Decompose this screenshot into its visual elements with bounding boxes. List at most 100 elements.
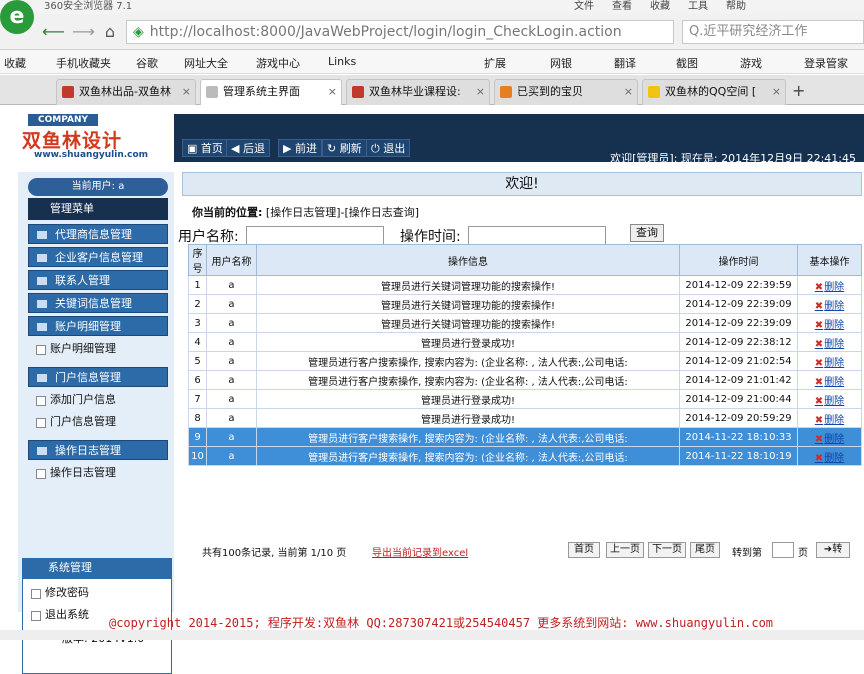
tab-shuangyulin[interactable]: 双鱼林出品-双鱼林 × [56,79,196,105]
fav-item[interactable]: 游戏 [740,55,762,71]
username-input[interactable] [246,226,384,246]
fav-item[interactable]: 手机收藏夹 [56,55,111,71]
sidebar-item[interactable]: 门户信息管理 [32,412,168,432]
delete-link[interactable]: 删除 [815,377,844,388]
close-icon[interactable]: × [624,80,633,104]
secure-shield-icon: ◈ [133,24,144,40]
delete-link[interactable]: 删除 [815,396,844,407]
table-cell: 2014-12-09 22:39:59 [679,275,798,295]
table-row[interactable]: 9 a 管理员进行客户搜索操作, 搜索内容为: (企业名称: , 法人代表:,公司电… [188,427,862,447]
export-excel-link[interactable]: 导出当前记录到excel [372,544,468,559]
app-header: COMPANY 双鱼林设计 www.shuangyulin.com ▣ 首页 ◀… [18,114,864,165]
table-cell: 4 [188,332,207,352]
next-page-button[interactable]: 下一页 [648,542,686,558]
refresh-button[interactable]: ↻ 刷新 [322,139,367,157]
tab-label: 双鱼林毕业课程设: [369,85,461,98]
prev-page-button[interactable]: 上一页 [606,542,644,558]
logout-button-label: 退出 [383,142,406,155]
fav-item[interactable]: 游戏中心 [256,55,300,71]
sidebar-section-head[interactable]: 门户信息管理 [28,367,168,387]
sidebar-section-head[interactable]: 账户明细管理 [28,316,168,336]
close-icon[interactable]: × [476,80,485,104]
address-bar[interactable]: ◈ http://localhost:8000/JavaWebProject/lo… [126,20,674,44]
tab-purchased[interactable]: 已买到的宝贝 × [494,79,638,105]
back-button[interactable]: ◀ 后退 [226,139,270,157]
go-button[interactable]: ➜转 [816,542,850,558]
close-icon[interactable]: × [182,80,191,104]
home-icon[interactable]: ⌂ [100,22,120,42]
table-cell: 6 [188,370,207,390]
sidebar-section-head[interactable]: 代理商信息管理 [28,224,168,244]
delete-link[interactable]: 删除 [815,301,844,312]
table-row[interactable]: 10 a 管理员进行客户搜索操作, 搜索内容为: (企业名称: , 法人代表:,公司… [188,446,862,466]
go-button-label: 转 [832,544,843,555]
system-menu-head[interactable]: 系统管理 [22,558,172,578]
table-row[interactable]: 2a管理员进行关键词管理功能的搜索操作!2014-12-09 22:39:09 删… [188,294,862,314]
fav-item[interactable]: 网址大全 [184,55,228,71]
sidebar-item[interactable]: 操作日志管理 [32,463,168,483]
time-input[interactable] [468,226,606,246]
menu-favorites[interactable]: 收藏 [650,0,670,13]
back-icon[interactable]: ⟵ [42,22,65,42]
delete-link[interactable]: 删除 [815,339,844,350]
forward-button[interactable]: ▶ 前进 [278,139,322,157]
fav-item[interactable]: 网银 [550,55,572,71]
first-page-button[interactable]: 首页 [568,542,600,558]
fav-item[interactable]: 谷歌 [136,55,158,71]
close-icon[interactable]: × [772,80,781,104]
tab-course-design[interactable]: 双鱼林毕业课程设: × [346,79,490,105]
table-row[interactable]: 4a管理员进行登录成功!2014-12-09 22:38:12 删除 [188,332,862,352]
menu-help[interactable]: 帮助 [726,0,746,13]
delete-link[interactable]: 删除 [815,358,844,369]
table-row[interactable]: 3a管理员进行关键词管理功能的搜索操作!2014-12-09 22:39:09 删… [188,313,862,333]
table-row[interactable]: 1a管理员进行关键词管理功能的搜索操作!2014-12-09 22:39:59 删… [188,275,862,295]
search-input[interactable]: Q.近平研究经济工作 [682,20,864,44]
query-button[interactable]: 查询 [630,224,664,242]
sidebar-item[interactable]: 账户明细管理 [32,339,168,359]
table-cell: 管理员进行关键词管理功能的搜索操作! [256,313,680,333]
current-user: 当前用户: a [28,178,168,196]
browser-statusbar [0,630,864,640]
favorites-bar: 收藏 手机收藏夹 谷歌 网址大全 游戏中心 Links 扩展 网银 翻译 截图 … [0,50,864,74]
page-number-input[interactable] [772,542,794,558]
close-icon[interactable]: × [328,80,337,104]
menu-file[interactable]: 文件 [574,0,594,13]
sidebar-section-head[interactable]: 关键词信息管理 [28,293,168,313]
forward-icon[interactable]: ⟶ [72,22,95,42]
sidebar-section-head[interactable]: 联系人管理 [28,270,168,290]
table-cell: a [206,427,257,447]
table-row[interactable]: 5 a 管理员进行客户搜索操作, 搜索内容为: (企业名称: , 法人代表:,公司电… [188,351,862,371]
table-row[interactable]: 8a管理员进行登录成功!2014-12-09 20:59:29 删除 [188,408,862,428]
home-button[interactable]: ▣ 首页 [182,139,228,157]
browser-logo-icon: e [0,0,34,34]
sidebar-item[interactable]: 添加门户信息 [32,390,168,410]
fav-item[interactable]: Links [328,55,356,68]
tab-label: 管理系统主界面 [223,85,300,98]
table-cell: 3 [188,313,207,333]
last-page-button[interactable]: 尾页 [690,542,720,558]
tab-qq-space[interactable]: 双鱼林的QQ空间 [× [642,79,786,105]
table-row[interactable]: 6 a 管理员进行客户搜索操作, 搜索内容为: (企业名称: , 法人代表:,公司电… [188,370,862,390]
menu-view[interactable]: 查看 [612,0,632,13]
sidebar-section-head[interactable]: 企业客户信息管理 [28,247,168,267]
table-row[interactable]: 7a管理员进行登录成功!2014-12-09 21:00:44 删除 [188,389,862,409]
fav-item[interactable]: 截图 [676,55,698,71]
tab-main-interface[interactable]: 管理系统主界面 × [200,79,342,105]
fav-item[interactable]: 翻译 [614,55,636,71]
fav-item[interactable]: 扩展 [484,55,506,71]
sidebar-section-head[interactable]: 操作日志管理 [28,440,168,460]
change-password-link[interactable]: 修改密码 [27,583,163,603]
delete-link[interactable]: 删除 [815,415,844,426]
column-header: 序号 [188,244,207,276]
delete-link[interactable]: 删除 [815,434,844,445]
menu-tools[interactable]: 工具 [688,0,708,13]
delete-link[interactable]: 删除 [815,453,844,464]
logout-button[interactable]: ⏻ 退出 [366,139,411,157]
fav-item[interactable]: 登录管家 [804,55,848,71]
new-tab-icon[interactable]: + [792,81,805,100]
fav-item[interactable]: 收藏 [4,55,26,71]
table-cell: 1 [188,275,207,295]
sidebar: 当前用户: a 管理菜单 代理商信息管理 企业客户信息管理 联系人管理 关键词信息管理… [18,172,174,674]
delete-link[interactable]: 删除 [815,320,844,331]
delete-link[interactable]: 删除 [815,282,844,293]
